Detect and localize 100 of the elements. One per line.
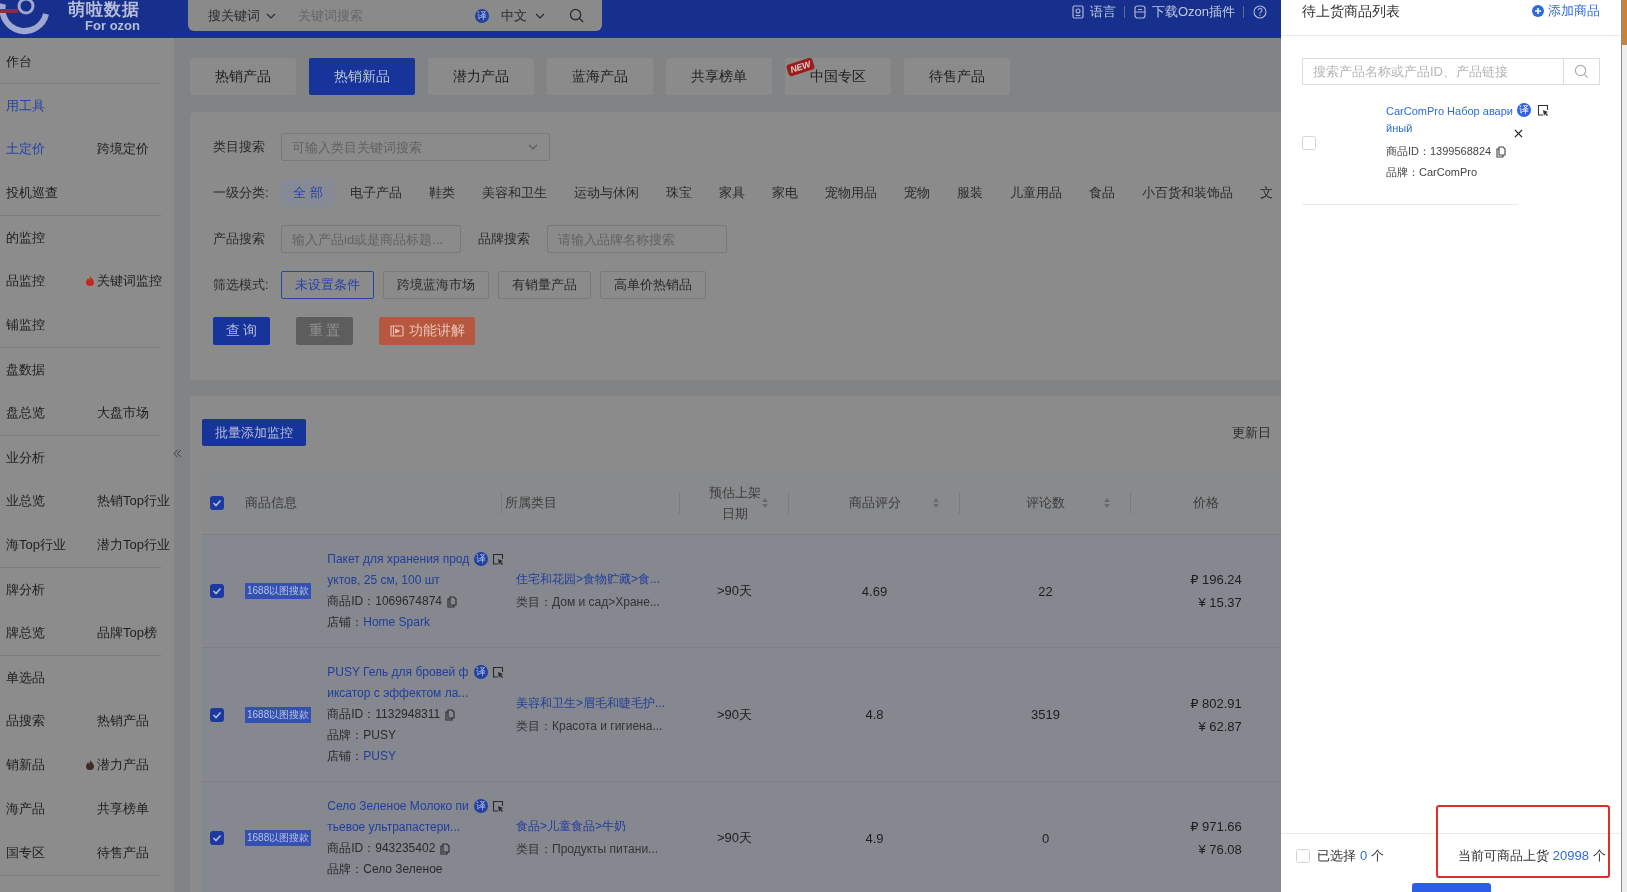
filter-mode-option[interactable]: 高单价热销品	[600, 271, 706, 299]
search-icon[interactable]	[569, 8, 584, 23]
tab[interactable]: 中国专区 NEW	[785, 58, 891, 95]
table-cell: 4.8	[865, 707, 884, 722]
category-path-link[interactable]: 食品>儿童食品>牛奶	[516, 815, 626, 838]
sidebar-heading[interactable]: 业分析	[0, 436, 161, 479]
sidebar-heading[interactable]: 单选品	[0, 656, 161, 699]
tab[interactable]: 蓝海产品	[547, 58, 653, 95]
help-icon[interactable]	[1253, 5, 1267, 19]
image-search-tag[interactable]: 1688以图搜款	[245, 583, 312, 599]
collapse-icon[interactable]	[173, 449, 182, 458]
sidebar-item[interactable]: 国专区	[0, 831, 86, 875]
shop-link[interactable]: Home Spark	[363, 612, 430, 633]
sidebar-item[interactable]: 共享榜单	[86, 787, 174, 831]
tab[interactable]: 热销新品	[309, 58, 415, 95]
sidebar-heading[interactable]: 用工具	[0, 84, 161, 127]
sidebar-item[interactable]: 大盘市场	[86, 391, 174, 435]
column-header: 商品评分	[848, 494, 901, 512]
sidebar-item[interactable]: 铺监控	[0, 303, 86, 347]
copy-icon[interactable]	[445, 708, 456, 721]
product-title-link[interactable]: Село Зеленое Молоко питьевое ультрапастери...	[327, 796, 474, 838]
category-option[interactable]: 家具	[718, 179, 745, 207]
shop-label: 店铺：	[327, 748, 364, 765]
search-icon	[1574, 64, 1589, 79]
sidebar-item[interactable]: 土定价	[0, 127, 86, 171]
sidebar-item[interactable]: 待售产品	[86, 831, 174, 875]
sidebar-item[interactable]: 销新品	[0, 743, 86, 787]
translate-badge[interactable]: 译	[475, 8, 489, 23]
action-button[interactable]: 功能讲解	[379, 317, 475, 345]
category-option[interactable]: 电子产品	[349, 179, 402, 207]
checkbox[interactable]	[210, 831, 224, 845]
sidebar-item[interactable]: 投机巡查	[0, 171, 86, 215]
product-title-link[interactable]: PUSY Гель для бровей фиксатор с эффектом ла...	[327, 662, 474, 704]
header-link[interactable]: 下载Ozon插件	[1133, 3, 1235, 21]
sidebar-item[interactable]: 品监控	[0, 259, 86, 303]
category-option[interactable]: 家电	[771, 179, 798, 207]
column-header: 评论数	[1026, 494, 1065, 512]
category-option[interactable]: 小百货和装饰品	[1141, 179, 1233, 207]
category-option[interactable]: 文	[1259, 179, 1273, 207]
sidebar-item[interactable]: 海产品	[0, 787, 86, 831]
filter-mode-option[interactable]: 跨境蓝海市场	[383, 271, 489, 299]
checkbox[interactable]	[210, 707, 224, 722]
checkbox[interactable]	[210, 496, 224, 510]
sidebar-item[interactable]: 业总览	[0, 479, 86, 523]
category-path-link[interactable]: 美容和卫生>眉毛和睫毛护...	[516, 691, 665, 715]
copy-icon[interactable]	[1496, 145, 1507, 158]
available-count-text: 当前可商品上货 20998 个	[1457, 846, 1606, 865]
sidebar-item[interactable]: 品牌Top榜	[86, 611, 174, 655]
category-option[interactable]: 运动与休闲	[573, 179, 639, 207]
sidebar-item[interactable]: 热销Top行业	[86, 479, 174, 523]
product-title-link[interactable]: Пакет для хранения продуктов, 25 см, 100 шт	[327, 549, 474, 591]
sidebar-heading[interactable]: 盘数据	[0, 348, 161, 391]
sidebar-item[interactable]: 盘总览	[0, 391, 86, 435]
sidebar-item[interactable]: 关键词监控	[86, 259, 174, 303]
language-dropdown[interactable]: 中文	[501, 6, 545, 25]
sidebar-item[interactable]: 潜力产品	[86, 743, 174, 787]
header-link[interactable]: 语言	[1071, 3, 1116, 21]
translate-badge[interactable]: 译	[474, 799, 489, 813]
table-cell: >90天	[716, 829, 753, 847]
translate-badge[interactable]: 译	[1517, 103, 1531, 117]
tab[interactable]: 共享榜单	[666, 58, 772, 95]
product-title-link[interactable]: CarComPro Набор аварийный	[1386, 103, 1514, 137]
tab[interactable]: 待售产品	[904, 58, 1010, 95]
translate-badge[interactable]: 译	[474, 552, 489, 566]
sidebar-item[interactable]: 跨境定价	[86, 127, 174, 171]
copy-icon[interactable]	[447, 595, 457, 608]
sidebar-heading[interactable]: 牌分析	[0, 568, 161, 611]
category-option[interactable]: 全 部	[282, 179, 334, 207]
action-button[interactable]: 查 询	[213, 317, 270, 345]
shop-link[interactable]: PUSY	[363, 746, 396, 767]
close-icon[interactable]	[1514, 129, 1523, 138]
add-product-link[interactable]: 添加商品	[1532, 2, 1600, 20]
sidebar-item[interactable]: 潜力Top行业	[86, 523, 174, 567]
sidebar-item[interactable]: 海Top行业	[0, 523, 86, 567]
image-search-tag[interactable]: 1688以图搜款	[245, 706, 312, 723]
category-option[interactable]: 宠物	[903, 179, 930, 207]
category-option[interactable]: 美容和卫生	[481, 179, 547, 207]
bulk-add-monitor-button[interactable]: 批量添加监控	[202, 419, 306, 446]
sidebar-item[interactable]: 牌总览	[0, 611, 86, 655]
translate-badge[interactable]: 译	[474, 665, 489, 679]
tab[interactable]: 热销产品	[190, 58, 296, 95]
category-option[interactable]: 鞋类	[428, 179, 455, 207]
filter-mode-option[interactable]: 有销量产品	[498, 271, 591, 299]
category-option[interactable]: 服装	[956, 179, 983, 207]
category-option[interactable]: 宠物用品	[824, 179, 877, 207]
category-option[interactable]: 珠宝	[665, 179, 692, 207]
cursor-square-icon[interactable]	[1537, 104, 1549, 116]
copy-icon[interactable]	[440, 842, 451, 855]
checkbox[interactable]	[210, 584, 224, 598]
category-option[interactable]: 儿童用品	[1009, 179, 1062, 207]
image-search-tag[interactable]: 1688以图搜款	[245, 830, 312, 846]
sidebar-heading[interactable]: 的监控	[0, 216, 161, 259]
category-option[interactable]: 食品	[1088, 179, 1115, 207]
category-path-link[interactable]: 住宅和花园>食物贮藏>食...	[516, 568, 661, 591]
sidebar-heading[interactable]: 作台	[0, 40, 161, 83]
tab[interactable]: 潜力产品	[428, 58, 534, 95]
sidebar-item[interactable]: 品搜索	[0, 699, 86, 743]
filter-mode-option[interactable]: 未设置条件	[281, 271, 374, 299]
sidebar-item[interactable]: 热销产品	[86, 699, 174, 743]
search-type-dropdown[interactable]: 搜关键词	[208, 6, 276, 25]
